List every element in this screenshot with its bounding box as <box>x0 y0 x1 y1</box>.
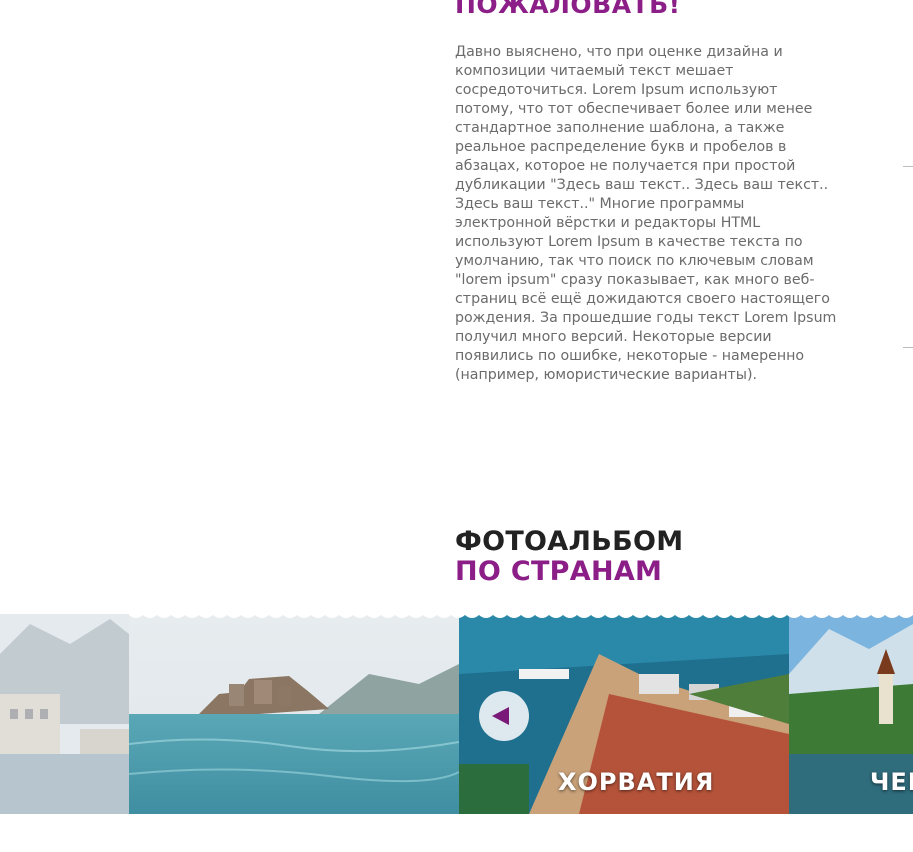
slide-caption: ЧЕР <box>870 768 913 796</box>
country-gallery <box>0 614 913 814</box>
side-divider <box>903 166 913 167</box>
island-photo <box>129 614 459 814</box>
scalloped-edge <box>129 614 913 618</box>
gallery-slide[interactable] <box>129 614 459 814</box>
welcome-title: ПОЖАЛОВАТЬ! <box>455 0 681 19</box>
album-heading-line1: ФОТОАЛЬБОМ <box>455 526 684 557</box>
album-heading-line2: ПО СТРАНАМ <box>455 556 663 587</box>
slide-caption: ХОРВАТИЯ <box>558 768 715 796</box>
gallery-slide[interactable] <box>0 614 129 814</box>
side-divider <box>903 347 913 348</box>
album-heading: ФОТОАЛЬБОМ ПО СТРАНАМ <box>455 527 683 587</box>
arrow-left-icon[interactable] <box>479 691 529 741</box>
intro-paragraph: Давно выяснено, что при оценке дизайна и… <box>455 44 837 383</box>
